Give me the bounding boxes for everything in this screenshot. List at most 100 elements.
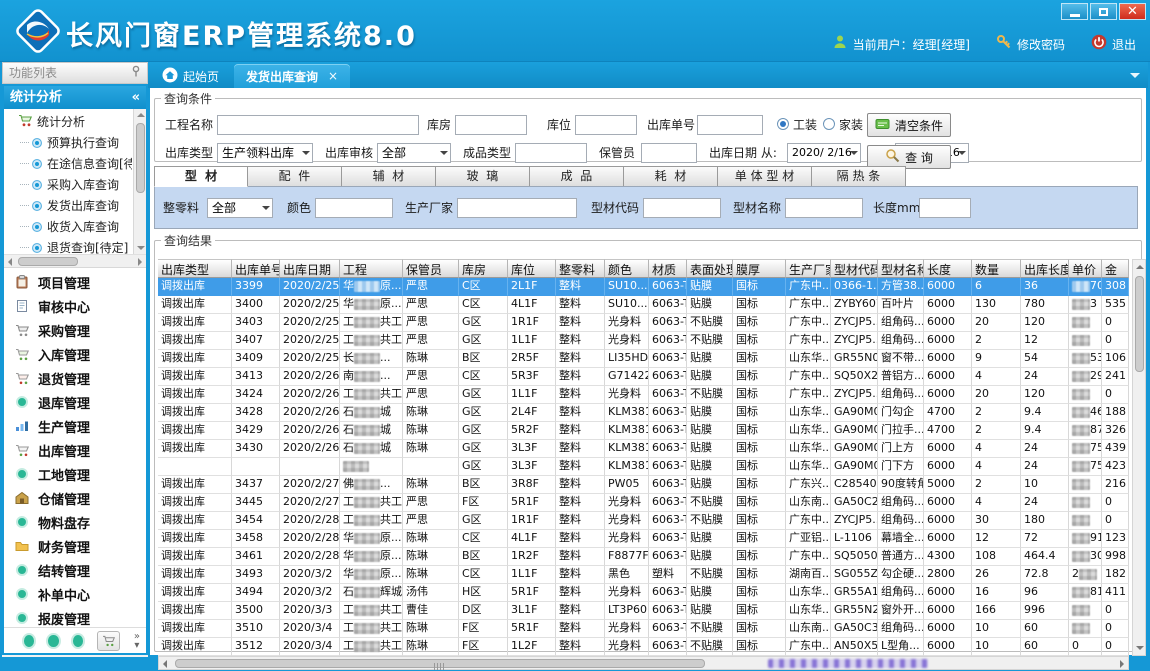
part-select[interactable]: 全部 (207, 198, 273, 218)
sidebar-item-10[interactable]: 仓储管理 (4, 486, 146, 510)
code-input[interactable] (643, 198, 721, 218)
audit-select[interactable]: 全部 (377, 143, 451, 163)
tab-home[interactable]: 起始页 (152, 65, 229, 88)
name-input[interactable] (785, 198, 863, 218)
table-row[interactable]: 调拨出库34372020/2/27佛...陈琳B区3R8F整料PW056063-… (158, 476, 1129, 494)
collapse-icon[interactable]: « (132, 86, 140, 109)
column-header[interactable]: 材质 (649, 259, 687, 278)
column-header[interactable]: 膜厚 (733, 259, 786, 278)
minimize-button[interactable] (1061, 3, 1088, 20)
material-tab-5[interactable]: 成 品 (530, 166, 624, 187)
sidebar-item-13[interactable]: 结转管理 (4, 558, 146, 582)
tree-root-statistics[interactable]: 统计分析 (6, 111, 132, 132)
sidebar-item-6[interactable]: 退库管理 (4, 390, 146, 414)
table-row[interactable]: 调拨出库34452020/2/27工共工程严思F区5R1F整料光身料6063-T… (158, 494, 1129, 512)
radio-jiazhuang[interactable] (823, 118, 835, 130)
radio-jiazhuang-label[interactable]: 家装 (839, 115, 863, 135)
table-row[interactable]: 调拨出库34032020/2/25工共工程严思G区1R1F整料光身料6063-T… (158, 314, 1129, 332)
table-row[interactable]: 调拨出库35102020/3/4工共工程陈琳F区5R1F整料光身料6063-T5… (158, 620, 1129, 638)
column-header[interactable]: 型材代码 (831, 259, 878, 278)
sidebar-item-14[interactable]: 补单中心 (4, 582, 146, 606)
table-row[interactable]: 调拨出库34242020/2/26工共工程严思G区1L1F整料光身料6063-T… (158, 386, 1129, 404)
order-no-input[interactable] (697, 115, 763, 135)
location-input[interactable] (575, 115, 637, 135)
column-header[interactable]: 工程 (340, 259, 403, 278)
column-header[interactable]: 数量 (972, 259, 1021, 278)
sidebar-item-9[interactable]: 工地管理 (4, 462, 146, 486)
sidebar-item-1[interactable]: 项目管理 (4, 270, 146, 294)
length-input[interactable] (919, 198, 971, 218)
change-password-button[interactable]: 修改密码 (996, 34, 1065, 54)
clear-conditions-button[interactable]: 清空条件 (867, 113, 951, 137)
overflow-chevron[interactable]: »▾ (134, 632, 140, 650)
table-row[interactable]: 调拨出库35002020/3/3工共工程曹佳D区3L1F整料LT3P606063… (158, 602, 1129, 620)
grid-horizontal-scrollbar[interactable] (158, 656, 1129, 670)
tree-vertical-scrollbar[interactable] (133, 109, 146, 254)
grid-vertical-scrollbar[interactable] (1132, 259, 1146, 656)
column-header[interactable]: 整零料 (556, 259, 605, 278)
table-row[interactable]: G区3L3F整料KLM38176063-T5贴膜国标山东华...GA90M09.… (158, 458, 1129, 476)
material-tab-1[interactable]: 型 材 (154, 166, 248, 187)
logout-button[interactable]: 退出 (1091, 34, 1136, 54)
pin-icon[interactable] (131, 63, 141, 83)
sidebar-item-3[interactable]: 采购管理 (4, 318, 146, 342)
column-header[interactable]: 颜色 (605, 259, 649, 278)
table-row[interactable]: 调拨出库33992020/2/25华原...严思C区2L1F整料SU10...6… (158, 278, 1129, 296)
table-row[interactable]: 调拨出库34302020/2/26石城陈琳G区3L3F整料KLM38176063… (158, 440, 1129, 458)
outbound-type-select[interactable]: 生产领料出库 (217, 143, 313, 163)
column-header[interactable]: 金 (1102, 259, 1129, 278)
column-header[interactable]: 型材名称 (878, 259, 924, 278)
radio-gongzhuang-label[interactable]: 工装 (793, 115, 817, 135)
overflow-item-icon[interactable] (73, 635, 83, 647)
sidebar-item-5[interactable]: 退货管理 (4, 366, 146, 390)
tree-horizontal-scrollbar[interactable] (4, 255, 146, 268)
overflow-item-icon[interactable] (48, 635, 58, 647)
column-header[interactable]: 出库类型 (158, 259, 232, 278)
material-tab-7[interactable]: 单 体 型 材 (718, 166, 812, 187)
project-name-input[interactable] (217, 115, 419, 135)
sidebar-item-7[interactable]: 生产管理 (4, 414, 146, 438)
column-header[interactable]: 出库单号 (232, 259, 280, 278)
overflow-item-icon[interactable] (24, 635, 34, 647)
tree-item-1[interactable]: 预算执行查询 (6, 132, 132, 153)
column-header[interactable]: 出库日期 (280, 259, 340, 278)
table-row[interactable]: 调拨出库35122020/3/4工共工程陈琳F区1L2F整料光身料6063-T5… (158, 638, 1129, 656)
date-from-select[interactable]: 2020/ 2/16 (787, 143, 861, 163)
sidebar-item-8[interactable]: 出库管理 (4, 438, 146, 462)
sidebar-item-15[interactable]: 报废管理 (4, 606, 146, 627)
table-row[interactable]: 调拨出库34002020/2/25华原...严思C区4L1F整料SU10...6… (158, 296, 1129, 314)
table-row[interactable]: 调拨出库34932020/3/2华原...陈琳C区1L1F整料黑色塑料不贴膜国标… (158, 566, 1129, 584)
close-button[interactable]: ✕ (1119, 3, 1146, 20)
table-row[interactable]: 调拨出库34582020/2/28华原...陈琳C区4L1F整料光身料6063-… (158, 530, 1129, 548)
material-tab-2[interactable]: 配 件 (248, 166, 342, 187)
sidebar-item-4[interactable]: 入库管理 (4, 342, 146, 366)
tab-outbound-query[interactable]: 发货出库查询 × (234, 64, 350, 88)
product-type-input[interactable] (515, 143, 587, 163)
table-row[interactable]: 调拨出库34542020/2/28工共工程严思G区1R1F整料光身料6063-T… (158, 512, 1129, 530)
overflow-cart-button[interactable] (97, 631, 120, 651)
sidebar-item-11[interactable]: 物料盘存 (4, 510, 146, 534)
table-row[interactable]: 调拨出库34942020/3/2石辉城汤伟H区5R1F整料光身料6063-T5贴… (158, 584, 1129, 602)
tab-close-icon[interactable]: × (328, 69, 338, 83)
material-tab-8[interactable]: 隔 热 条 (812, 166, 906, 187)
table-row[interactable]: 调拨出库34072020/2/25工共工程严思G区1L1F整料光身料6063-T… (158, 332, 1129, 350)
sidebar-item-2[interactable]: 审核中心 (4, 294, 146, 318)
table-row[interactable]: 调拨出库34612020/2/28华原...陈琳B区1R2F整料F8877FT6… (158, 548, 1129, 566)
column-header[interactable]: 库位 (508, 259, 556, 278)
column-header[interactable]: 保管员 (403, 259, 459, 278)
tree-item-6[interactable]: 退货查询[待定] (6, 237, 132, 254)
maker-input[interactable] (457, 198, 577, 218)
column-header[interactable]: 表面处理 (687, 259, 733, 278)
section-header-statistics[interactable]: 统计分析 « (4, 86, 146, 109)
warehouse-input[interactable] (455, 115, 527, 135)
radio-gongzhuang[interactable] (777, 118, 789, 130)
table-row[interactable]: 调拨出库34282020/2/26石城陈琳G区2L4F整料KLM38176063… (158, 404, 1129, 422)
maximize-button[interactable] (1090, 3, 1117, 20)
tab-list-dropdown-icon[interactable] (1130, 73, 1140, 83)
column-header[interactable]: 单价 (1069, 259, 1102, 278)
sidebar-item-12[interactable]: 财务管理 (4, 534, 146, 558)
table-row[interactable]: 调拨出库34092020/2/25长...陈琳B区2R5F整料LI35HD606… (158, 350, 1129, 368)
column-header[interactable]: 生产厂家 (786, 259, 831, 278)
color-input[interactable] (315, 198, 393, 218)
column-header[interactable]: 库房 (459, 259, 508, 278)
